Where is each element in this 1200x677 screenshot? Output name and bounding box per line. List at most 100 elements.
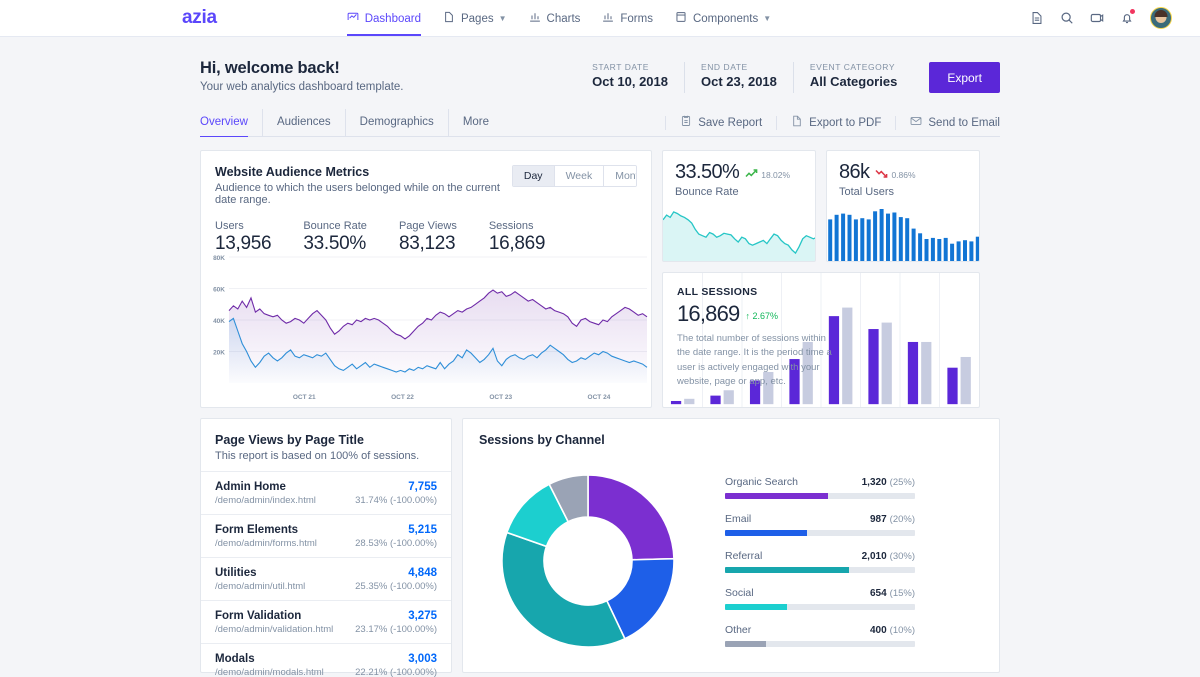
legend-bar-fill xyxy=(725,603,787,610)
legend-label: Social xyxy=(725,586,754,599)
metrics-title: Website Audience Metrics xyxy=(215,165,370,179)
legend-bar-track xyxy=(725,529,915,536)
end-date-label: END DATE xyxy=(701,62,748,72)
kpi-label: Users xyxy=(215,220,244,232)
kpi-label: Bounce Rate xyxy=(303,220,367,232)
event-category-field[interactable]: EVENT CATEGORY All Categories xyxy=(792,62,913,93)
bounce-rate-value: 33.50% xyxy=(675,161,740,183)
svg-text:OCT 24: OCT 24 xyxy=(588,394,611,401)
legend-bar-track xyxy=(725,492,915,499)
nav-item-components[interactable]: Components ▼ xyxy=(675,0,771,36)
all-sessions-delta: ↑ 2.67% xyxy=(745,311,779,321)
dashboard-row-2: Page Views by Page Title This report is … xyxy=(200,418,1000,677)
nav-item-pages[interactable]: Pages ▼ xyxy=(443,0,507,36)
page-views-subtitle: This report is based on 100% of sessions… xyxy=(215,450,420,462)
svg-text:OCT 22: OCT 22 xyxy=(391,394,414,401)
legend-item: Email 987 (20%) xyxy=(725,513,915,536)
chevron-down-icon: ▼ xyxy=(763,14,772,23)
page-body: Hi, welcome back! Your web analytics das… xyxy=(0,37,1200,677)
trend-down-icon xyxy=(875,169,889,180)
chevron-down-icon: ▼ xyxy=(498,14,507,23)
tab-demographics[interactable]: Demographics xyxy=(346,109,449,136)
message-icon[interactable] xyxy=(1090,11,1104,25)
bell-icon[interactable] xyxy=(1120,9,1135,25)
total-users-value: 86k xyxy=(839,161,870,183)
action-label: Export to PDF xyxy=(809,116,882,129)
page-views-title: Page Views by Page Title xyxy=(215,433,364,447)
channel-legend: Organic Search 1,320 (25%) Email 987 (20%) Ref… xyxy=(725,476,915,647)
period-week[interactable]: Week xyxy=(554,166,605,186)
tab-actions: Save Report Export to PDF Send to Email xyxy=(665,109,1000,136)
legend-percent: (30%) xyxy=(889,550,915,562)
bar-chart-icon xyxy=(529,11,541,26)
svg-text:OCT 21: OCT 21 xyxy=(293,394,316,401)
metrics-subtitle: Audience to which the users belonged whi… xyxy=(215,182,500,206)
legend-percent: (15%) xyxy=(889,587,915,599)
nav-label: Forms xyxy=(620,12,653,25)
start-date-field[interactable]: START DATE Oct 10, 2018 xyxy=(592,62,684,93)
svg-text:OCT 23: OCT 23 xyxy=(489,394,512,401)
page-pct: 23.17% (-100.00%) xyxy=(355,624,437,635)
page-header: Hi, welcome back! Your web analytics das… xyxy=(200,37,1000,109)
page-views-card: Page Views by Page Title This report is … xyxy=(200,418,452,677)
search-icon[interactable] xyxy=(1060,11,1074,25)
end-date-value: Oct 23, 2018 xyxy=(701,74,777,89)
brand-logo[interactable]: azia xyxy=(182,7,217,29)
legend-bar-fill xyxy=(725,529,808,536)
page-name: Utilities xyxy=(215,567,257,579)
page-value: 5,215 xyxy=(408,524,437,536)
send-email-button[interactable]: Send to Email xyxy=(895,115,1000,130)
file-icon[interactable] xyxy=(1030,11,1044,25)
list-item[interactable]: Admin Home 7,755 /demo/admin/index.html 31… xyxy=(201,471,451,514)
list-item[interactable]: Utilities 4,848 /demo/admin/util.html 25.3… xyxy=(201,557,451,600)
legend-value: 400 xyxy=(869,624,887,636)
nav-item-dashboard[interactable]: Dashboard xyxy=(346,0,422,36)
legend-bar-track xyxy=(725,603,915,610)
save-report-button[interactable]: Save Report xyxy=(665,115,776,130)
dashboard-right-column: 33.50% 18.02% Bounce Rate 86k 0.86% Tota… xyxy=(662,150,980,408)
event-category-label: EVENT CATEGORY xyxy=(809,62,896,72)
legend-percent: (20%) xyxy=(889,513,915,525)
page-url: /demo/admin/index.html xyxy=(215,495,316,506)
legend-bar-track xyxy=(725,566,915,573)
main-nav: Dashboard Pages ▼ Charts Forms Component… xyxy=(346,0,771,36)
nav-label: Pages xyxy=(460,12,494,25)
list-item[interactable]: Form Validation 3,275 /demo/admin/validat… xyxy=(201,600,451,643)
legend-value: 1,320 xyxy=(861,476,887,488)
legend-label: Email xyxy=(725,512,752,525)
metrics-header: Website Audience Metrics Audience to whi… xyxy=(201,151,651,206)
period-month[interactable]: Month xyxy=(604,166,636,186)
export-pdf-button[interactable]: Export to PDF xyxy=(776,115,895,130)
tab-more[interactable]: More xyxy=(449,109,503,136)
start-date-label: START DATE xyxy=(592,62,649,72)
action-label: Save Report xyxy=(698,116,763,129)
box-icon xyxy=(675,11,687,26)
avatar[interactable] xyxy=(1150,7,1172,29)
end-date-field[interactable]: END DATE Oct 23, 2018 xyxy=(684,62,793,93)
legend-value: 654 xyxy=(869,587,887,599)
list-item[interactable]: Form Elements 5,215 /demo/admin/forms.htm… xyxy=(201,514,451,557)
header-controls: START DATE Oct 10, 2018 END DATE Oct 23,… xyxy=(592,62,1000,93)
delta-value: 0.86% xyxy=(891,169,916,180)
nav-item-forms[interactable]: Forms xyxy=(602,0,653,36)
total-users-bar-chart xyxy=(828,209,979,261)
sessions-by-channel-card: Sessions by Channel Organic Search 1,320(… xyxy=(462,418,1000,673)
period-day[interactable]: Day xyxy=(512,166,555,186)
all-sessions-value: 16,869 xyxy=(677,301,740,326)
save-icon xyxy=(680,115,692,130)
all-sessions-card: ALL SESSIONS 16,869 ↑ 2.67% The total nu… xyxy=(662,272,980,408)
page-pct: 22.21% (-100.00%) xyxy=(355,667,437,677)
file-icon xyxy=(443,11,455,26)
chart-line-icon xyxy=(347,11,359,26)
nav-item-charts[interactable]: Charts xyxy=(529,0,580,36)
all-sessions-description: The total number of sessions within the … xyxy=(677,333,832,387)
kpi-label: Page Views xyxy=(398,220,457,232)
export-button[interactable]: Export xyxy=(929,62,1000,93)
list-item[interactable]: Modals 3,003 /demo/admin/modals.html 22.21… xyxy=(201,643,451,677)
svg-text:80K: 80K xyxy=(213,255,225,262)
page-value: 3,275 xyxy=(408,610,437,622)
svg-text:60K: 60K xyxy=(213,287,225,294)
tab-overview[interactable]: Overview xyxy=(200,109,263,137)
tab-audiences[interactable]: Audiences xyxy=(263,109,346,136)
start-date-value: Oct 10, 2018 xyxy=(592,74,668,89)
